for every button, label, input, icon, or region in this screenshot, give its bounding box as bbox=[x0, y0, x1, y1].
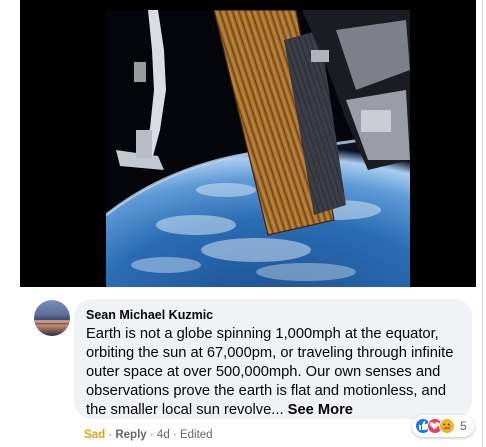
reaction-count: 5 bbox=[460, 419, 467, 433]
page-edge bbox=[476, 0, 486, 447]
comment-bubble: Sean Michael Kuzmic Earth is not a globe… bbox=[74, 299, 472, 419]
comment-author[interactable]: Sean Michael Kuzmic bbox=[86, 307, 460, 323]
comment-body: Earth is not a globe spinning 1,000mph a… bbox=[86, 326, 454, 418]
avatar[interactable] bbox=[34, 300, 70, 336]
comment-text: Earth is not a globe spinning 1,000mph a… bbox=[86, 325, 458, 420]
separator: · bbox=[108, 429, 113, 441]
sad-icon bbox=[439, 418, 455, 434]
separator: · bbox=[149, 429, 154, 441]
reply-button[interactable]: Reply bbox=[115, 429, 146, 441]
separator: · bbox=[172, 429, 177, 441]
edited-label[interactable]: Edited bbox=[180, 429, 213, 441]
reaction-summary[interactable]: 5 bbox=[412, 415, 474, 437]
see-more-link[interactable]: See More bbox=[288, 402, 353, 418]
sad-reaction-button[interactable]: Sad bbox=[84, 429, 105, 441]
comment-actions: Sad · Reply · 4d · Edited bbox=[84, 428, 213, 442]
space-station-video[interactable] bbox=[106, 10, 410, 287]
video-still-image bbox=[106, 10, 410, 287]
comment-timestamp[interactable]: 4d bbox=[157, 429, 170, 441]
